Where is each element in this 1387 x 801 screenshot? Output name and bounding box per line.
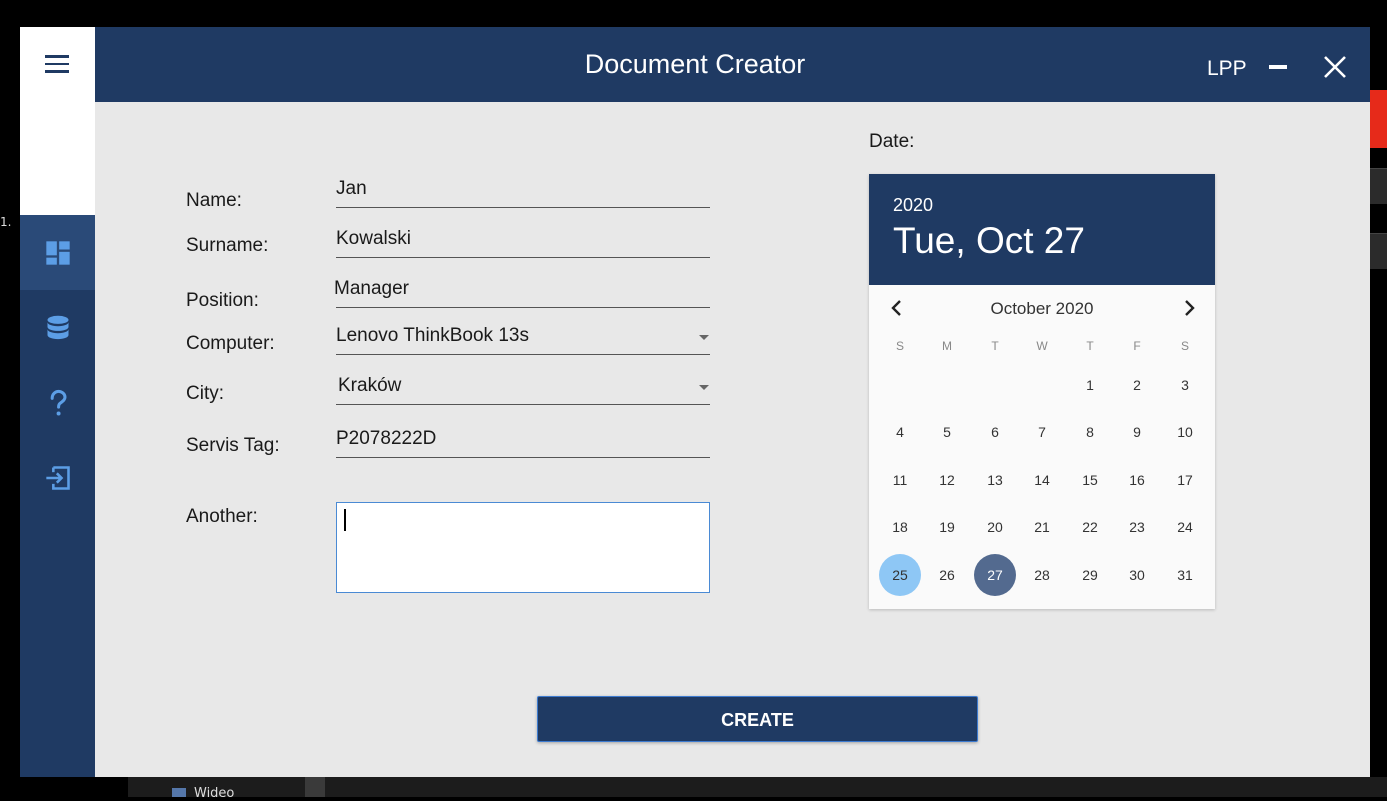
calendar-month-label: October 2020 [990, 299, 1094, 318]
position-label: Position: [186, 290, 259, 311]
weekday-header: M [942, 339, 952, 353]
chevron-right-icon [1185, 300, 1195, 316]
calendar-day[interactable]: 8 [1069, 411, 1111, 453]
weekday-header: S [895, 339, 904, 353]
background-window-fragment [1370, 90, 1387, 148]
servis-tag-label: Servis Tag: [186, 435, 280, 456]
calendar-day[interactable]: 13 [974, 459, 1016, 501]
dashboard-icon [45, 240, 70, 265]
calendar-day[interactable]: 29 [1069, 554, 1111, 596]
calendar-day[interactable]: 19 [926, 506, 968, 548]
computer-select[interactable] [336, 325, 710, 355]
weekday-header: T [991, 339, 999, 353]
computer-input[interactable] [336, 325, 710, 347]
city-label: City: [186, 383, 224, 404]
background-window-fragment [1370, 233, 1387, 269]
weekday-header: W [1036, 339, 1048, 353]
close-icon [1324, 56, 1346, 78]
position-input[interactable] [334, 278, 708, 300]
name-label: Name: [186, 190, 242, 211]
date-label: Date: [869, 131, 915, 152]
calendar-day[interactable]: 16 [1116, 459, 1158, 501]
name-input[interactable] [336, 178, 710, 200]
name-field[interactable] [336, 178, 710, 208]
date-picker: 2020 Tue, Oct 27 October 2020 SMTWTFS123… [869, 174, 1215, 609]
calendar-day[interactable]: 6 [974, 411, 1016, 453]
calendar-day[interactable]: 27 [974, 554, 1016, 596]
menu-icon[interactable] [45, 55, 69, 75]
calendar-day[interactable]: 20 [974, 506, 1016, 548]
weekday-header: S [1180, 339, 1189, 353]
taskbar-scrollbar [305, 777, 325, 797]
sidebar-item-database[interactable] [20, 290, 95, 365]
calendar-day[interactable]: 22 [1069, 506, 1111, 548]
calendar-day[interactable]: 26 [926, 554, 968, 596]
calendar-day[interactable]: 5 [926, 411, 968, 453]
calendar-day[interactable]: 17 [1164, 459, 1206, 501]
servis-tag-input[interactable] [336, 428, 710, 450]
help-icon [50, 389, 67, 415]
weekday-header: F [1133, 339, 1141, 353]
city-select[interactable] [336, 375, 712, 405]
taskbar-app-icon[interactable] [172, 788, 186, 797]
calendar-day[interactable]: 23 [1116, 506, 1158, 548]
next-month-button[interactable] [1179, 298, 1199, 318]
app-title: Document Creator [584, 49, 806, 79]
computer-label: Computer: [186, 333, 275, 354]
close-button[interactable] [1323, 55, 1347, 79]
calendar-day[interactable]: 12 [926, 459, 968, 501]
calendar-day[interactable]: 4 [879, 411, 921, 453]
logout-icon [45, 465, 70, 490]
sidebar-item-dashboard[interactable] [20, 215, 95, 290]
calendar-day[interactable]: 9 [1116, 411, 1158, 453]
minimize-icon [1269, 65, 1287, 69]
another-input[interactable] [337, 503, 709, 592]
another-textarea[interactable] [336, 502, 710, 593]
calendar-day[interactable]: 28 [1021, 554, 1063, 596]
calendar-selected-date: Tue, Oct 27 [893, 220, 1085, 261]
sidebar-header [20, 27, 95, 215]
surname-label: Surname: [186, 235, 269, 256]
create-button[interactable]: CREATE [537, 696, 978, 742]
chevron-down-icon[interactable] [699, 335, 709, 340]
text-caret [344, 509, 346, 531]
taskbar-app-label[interactable]: Wideo [194, 786, 234, 801]
sidebar-item-help[interactable] [20, 365, 95, 440]
calendar-day[interactable]: 25 [879, 554, 921, 596]
chevron-down-icon[interactable] [699, 385, 709, 390]
calendar-day[interactable]: 3 [1164, 364, 1206, 406]
surname-input[interactable] [336, 228, 710, 250]
background-window-fragment [1370, 168, 1387, 204]
calendar-day[interactable]: 11 [879, 459, 921, 501]
calendar-year[interactable]: 2020 [893, 195, 933, 216]
background-text: 1. [0, 215, 12, 229]
servis-tag-field[interactable] [336, 428, 710, 458]
calendar-day[interactable]: 24 [1164, 506, 1206, 548]
surname-field[interactable] [336, 228, 710, 258]
sidebar [20, 27, 95, 777]
calendar-day[interactable]: 30 [1116, 554, 1158, 596]
calendar-day[interactable]: 21 [1021, 506, 1063, 548]
position-field[interactable] [334, 278, 710, 308]
sidebar-item-logout[interactable] [20, 440, 95, 515]
city-input[interactable] [338, 375, 712, 397]
weekday-header: T [1086, 339, 1094, 353]
another-label: Another: [186, 506, 258, 527]
calendar-day[interactable]: 14 [1021, 459, 1063, 501]
calendar-day[interactable]: 31 [1164, 554, 1206, 596]
calendar-day[interactable]: 7 [1021, 411, 1063, 453]
database-icon [47, 315, 68, 339]
calendar-day[interactable]: 18 [879, 506, 921, 548]
calendar-header: 2020 Tue, Oct 27 [869, 174, 1215, 285]
title-bar: Document Creator LPP [95, 27, 1370, 102]
calendar-day[interactable]: 2 [1116, 364, 1158, 406]
calendar-day[interactable]: 15 [1069, 459, 1111, 501]
minimize-button[interactable] [1267, 53, 1289, 79]
user-label: LPP [1207, 57, 1247, 80]
app-window: Document Creator LPP Name: Surname: Posi… [20, 27, 1370, 777]
calendar-day[interactable]: 10 [1164, 411, 1206, 453]
calendar-day[interactable]: 1 [1069, 364, 1111, 406]
